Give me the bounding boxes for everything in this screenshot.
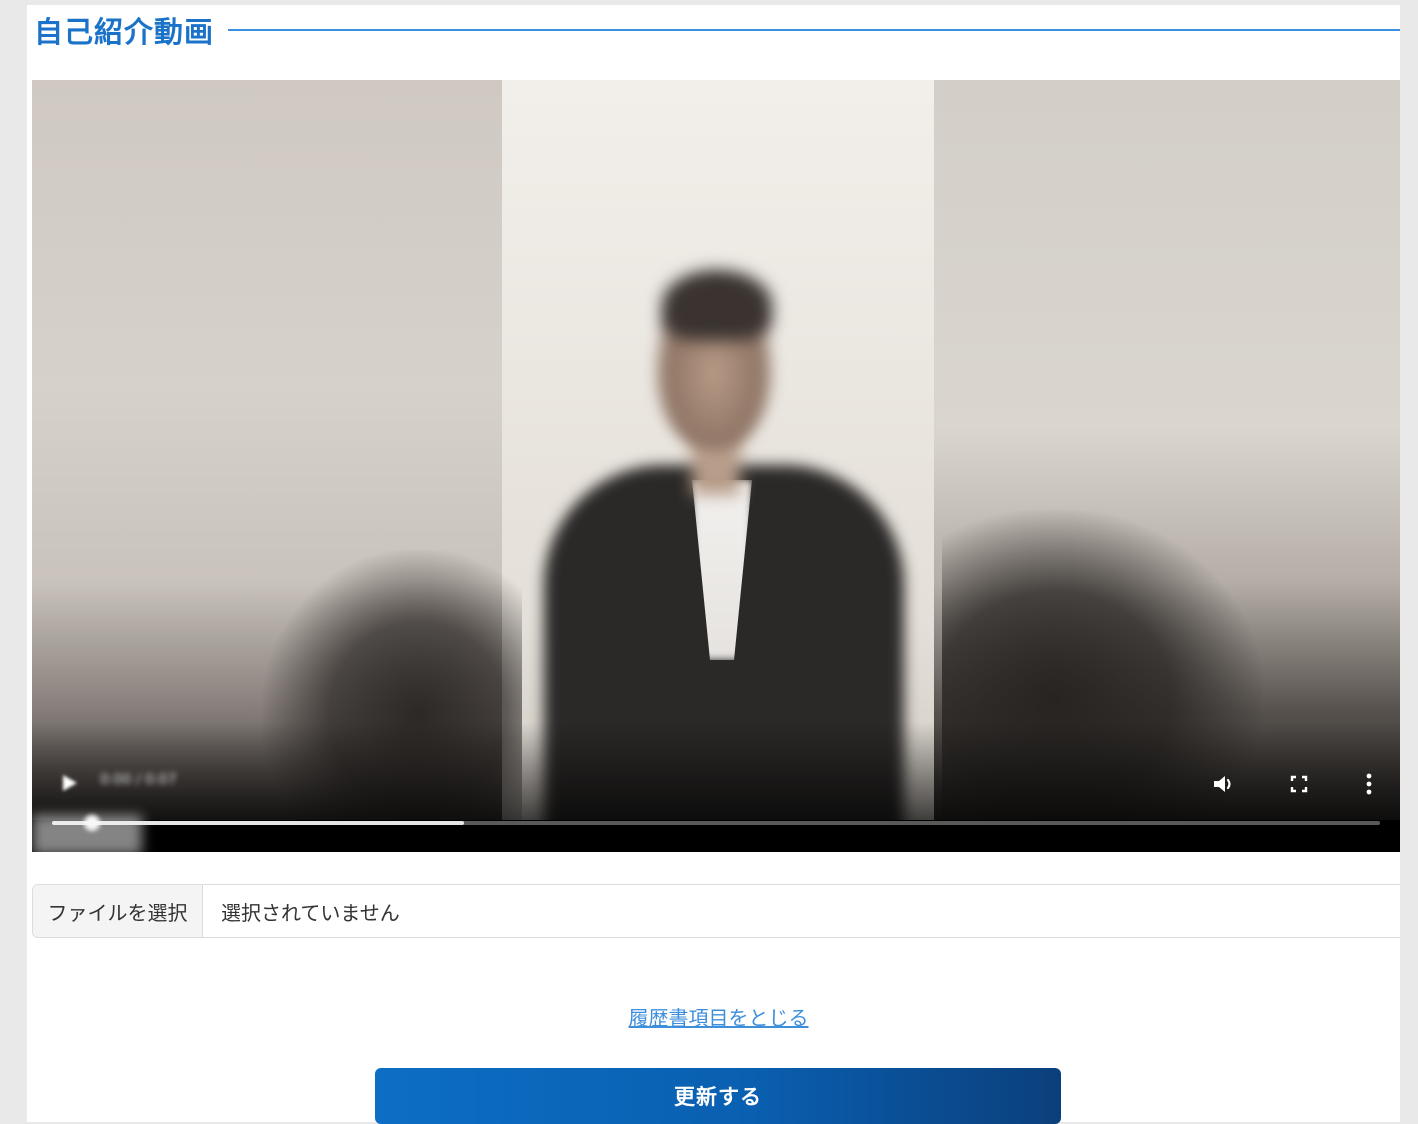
- fullscreen-icon[interactable]: [1284, 769, 1314, 799]
- file-input[interactable]: ファイルを選択 選択されていません: [32, 884, 1400, 938]
- update-button[interactable]: 更新する: [375, 1068, 1061, 1124]
- more-vertical-icon[interactable]: [1354, 769, 1384, 799]
- volume-icon[interactable]: [1210, 769, 1240, 799]
- time-readout: 0:00 / 0:07: [100, 772, 177, 788]
- play-icon[interactable]: [60, 773, 80, 793]
- heading-divider: [228, 29, 1400, 31]
- close-resume-link-row: 履歴書項目をとじる: [27, 1002, 1410, 1031]
- progress-track[interactable]: [52, 815, 1380, 831]
- close-resume-link[interactable]: 履歴書項目をとじる: [629, 1006, 809, 1030]
- person-hair: [662, 270, 772, 340]
- blur-overlay: [32, 815, 142, 852]
- section-title: 自己紹介動画: [34, 15, 215, 49]
- choose-file-button[interactable]: ファイルを選択: [33, 885, 203, 937]
- file-status-text: 選択されていません: [221, 900, 400, 925]
- content-panel: 自己紹介動画 0:00 / 0:07 ファイルを選択 選択されていません 履歴書…: [27, 5, 1400, 1124]
- section-heading: 自己紹介動画: [34, 10, 1400, 50]
- video-player[interactable]: 0:00 / 0:07: [32, 80, 1400, 852]
